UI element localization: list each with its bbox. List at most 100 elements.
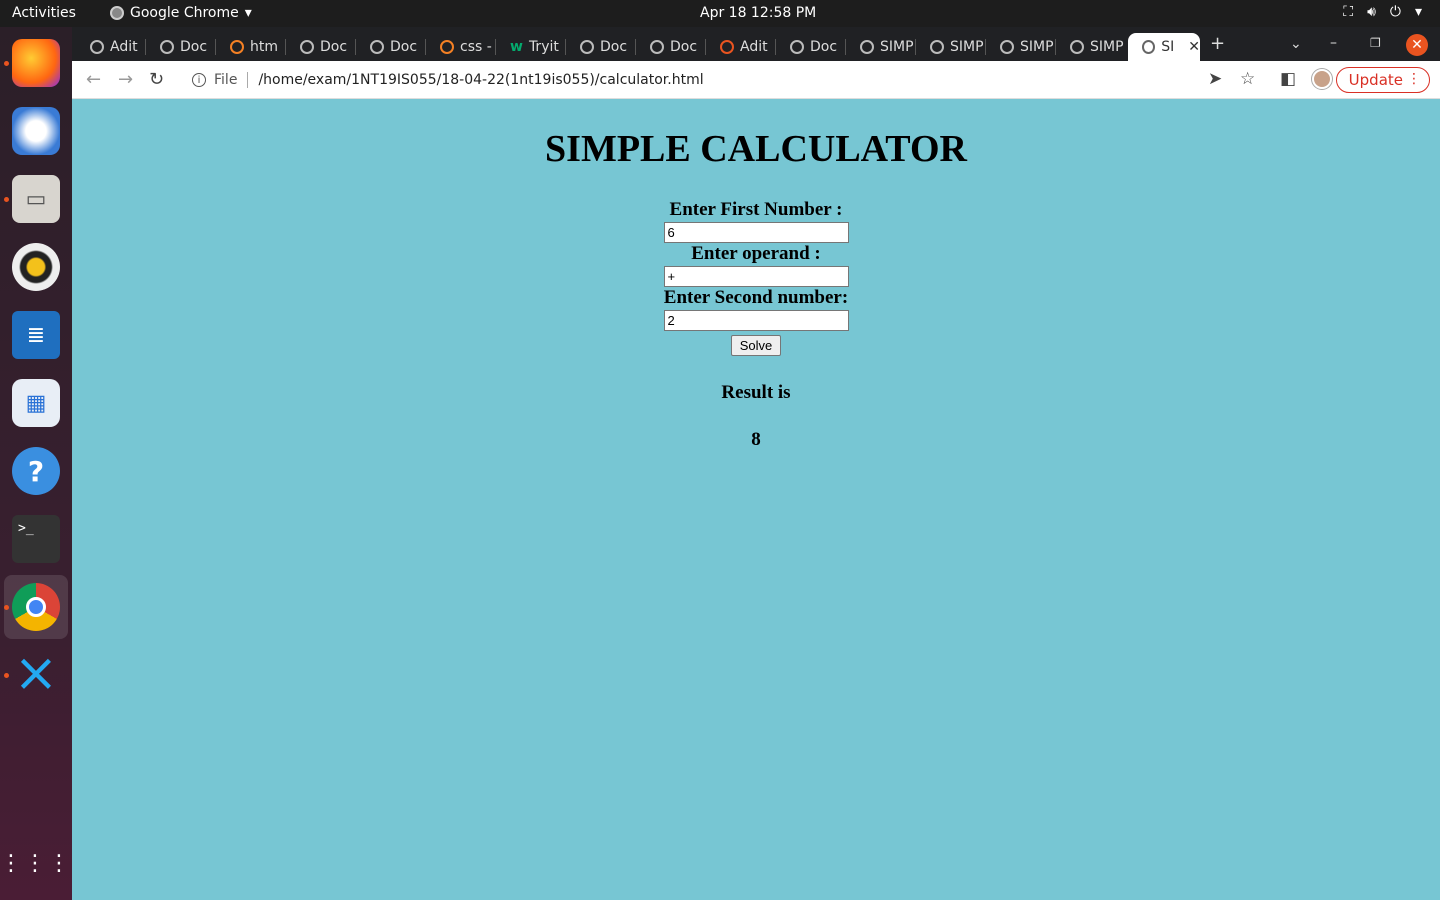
second-number-label: Enter Second number: bbox=[663, 287, 849, 308]
tab-strip: Adit Doc htm Doc Doc css - w Tryit Doc Do… bbox=[72, 27, 1440, 61]
solve-button[interactable]: Solve bbox=[730, 335, 782, 356]
new-tab-icon[interactable]: + bbox=[1210, 33, 1225, 54]
page-icon bbox=[1000, 40, 1014, 54]
app-menu-label: Google Chrome bbox=[130, 5, 239, 21]
tab-label: Doc bbox=[320, 39, 348, 55]
writer-icon[interactable]: ≣ bbox=[12, 311, 60, 359]
menu-dots-icon: ⋮ bbox=[1407, 71, 1421, 87]
tab[interactable]: Doc bbox=[566, 33, 636, 61]
side-panel-icon[interactable]: ◧ bbox=[1280, 69, 1296, 89]
running-indicator bbox=[4, 605, 9, 610]
info-icon[interactable]: i bbox=[192, 73, 206, 87]
help-icon[interactable]: ? bbox=[12, 447, 60, 495]
page-icon bbox=[1142, 40, 1156, 54]
running-indicator bbox=[4, 673, 9, 678]
tab-search-chevron-icon[interactable]: ⌄ bbox=[1290, 36, 1302, 52]
tab[interactable]: SIMP bbox=[916, 33, 986, 61]
system-tray[interactable]: ⛶ 🔊︎ ⏻ ▾ bbox=[1343, 4, 1422, 20]
app-menu[interactable]: Google Chrome ▾ bbox=[110, 5, 252, 21]
clock[interactable]: Apr 18 12:58 PM bbox=[700, 5, 816, 21]
page-icon bbox=[720, 40, 734, 54]
vscode-icon[interactable]: ⨉ bbox=[12, 651, 60, 699]
system-top-bar: Activities Google Chrome ▾ Apr 18 12:58 … bbox=[0, 0, 1440, 27]
bookmark-star-icon[interactable]: ☆ bbox=[1240, 69, 1255, 89]
tab[interactable]: SIMP bbox=[846, 33, 916, 61]
tab-label: SIMP bbox=[950, 39, 984, 55]
running-indicator bbox=[4, 197, 9, 202]
thunderbird-icon[interactable] bbox=[12, 107, 60, 155]
stackoverflow-icon bbox=[440, 40, 454, 54]
operand-label: Enter operand : bbox=[691, 243, 821, 264]
tab-label: Adit bbox=[110, 39, 138, 55]
tab-label: SI bbox=[1161, 39, 1175, 55]
tab-label: htm bbox=[250, 39, 278, 55]
operand-input[interactable] bbox=[663, 266, 849, 287]
first-number-label: Enter First Number : bbox=[669, 199, 843, 220]
first-number-input[interactable] bbox=[663, 222, 849, 243]
tab[interactable]: SIMP bbox=[1056, 33, 1126, 61]
tab[interactable]: Doc bbox=[636, 33, 706, 61]
power-icon: ⏻ bbox=[1389, 4, 1401, 20]
result-value: 8 bbox=[751, 429, 761, 450]
tab[interactable]: Adit bbox=[706, 33, 776, 61]
update-button[interactable]: Update ⋮ bbox=[1335, 67, 1430, 93]
tab[interactable]: Doc bbox=[776, 33, 846, 61]
tab[interactable]: w Tryit bbox=[496, 33, 566, 61]
reload-icon[interactable]: ↻ bbox=[149, 69, 164, 90]
software-center-icon[interactable]: ▦ bbox=[12, 379, 60, 427]
tab-label: Doc bbox=[810, 39, 838, 55]
tab-label: Adit bbox=[740, 39, 768, 55]
tab-label: SIMP bbox=[1090, 39, 1124, 55]
page-icon bbox=[790, 40, 804, 54]
tab[interactable]: css - bbox=[426, 33, 496, 61]
tab[interactable]: SIMP bbox=[986, 33, 1056, 61]
tab-label: SIMP bbox=[1020, 39, 1054, 55]
page-icon bbox=[580, 40, 594, 54]
address-bar[interactable]: i File /home/exam/1NT19IS055/18-04-22(1n… bbox=[180, 64, 1240, 96]
chevron-down-icon: ▾ bbox=[1414, 4, 1422, 20]
site-security-label: File bbox=[214, 72, 238, 88]
chrome-icon bbox=[110, 6, 124, 20]
send-tab-icon[interactable]: ➤ bbox=[1208, 69, 1222, 89]
tab-label: Doc bbox=[670, 39, 698, 55]
minimize-icon[interactable]: – bbox=[1330, 35, 1337, 51]
url-text[interactable]: /home/exam/1NT19IS055/18-04-22(1nt19is05… bbox=[258, 72, 703, 88]
tab-label: Doc bbox=[180, 39, 208, 55]
page-icon bbox=[930, 40, 944, 54]
page-icon bbox=[650, 40, 664, 54]
tab[interactable]: Adit bbox=[76, 33, 146, 61]
browser-toolbar: ← → ↻ i File /home/exam/1NT19IS055/18-04… bbox=[72, 61, 1440, 99]
profile-avatar[interactable] bbox=[1312, 69, 1332, 89]
page-icon bbox=[300, 40, 314, 54]
tab[interactable]: Doc bbox=[146, 33, 216, 61]
rhythmbox-icon[interactable] bbox=[12, 243, 60, 291]
show-apps-icon[interactable]: ⋮⋮⋮ bbox=[0, 839, 70, 887]
chrome-icon[interactable] bbox=[12, 583, 60, 631]
stackoverflow-icon bbox=[230, 40, 244, 54]
update-label: Update bbox=[1348, 71, 1403, 89]
page-icon bbox=[370, 40, 384, 54]
tab-active[interactable]: SI ✕ bbox=[1128, 33, 1200, 61]
activities-button[interactable]: Activities bbox=[12, 5, 76, 21]
page-title: SIMPLE CALCULATOR bbox=[545, 128, 967, 170]
omnibox-divider bbox=[247, 72, 249, 88]
restore-icon[interactable]: ❐ bbox=[1370, 36, 1381, 50]
window-close-icon[interactable]: ✕ bbox=[1406, 34, 1428, 56]
close-tab-icon[interactable]: ✕ bbox=[1188, 39, 1200, 55]
tab[interactable]: htm bbox=[216, 33, 286, 61]
forward-icon[interactable]: → bbox=[118, 69, 133, 90]
running-indicator bbox=[4, 61, 9, 66]
page-icon bbox=[1070, 40, 1084, 54]
back-icon[interactable]: ← bbox=[86, 69, 101, 90]
files-icon[interactable]: ▭ bbox=[12, 175, 60, 223]
tab-label: Tryit bbox=[528, 39, 559, 55]
second-number-input[interactable] bbox=[663, 310, 849, 331]
tab[interactable]: Doc bbox=[356, 33, 426, 61]
tab-label: Doc bbox=[600, 39, 628, 55]
tab-label: SIMP bbox=[880, 39, 914, 55]
firefox-icon[interactable] bbox=[12, 39, 60, 87]
volume-icon: 🔊︎ bbox=[1367, 4, 1376, 20]
page-icon bbox=[860, 40, 874, 54]
tab[interactable]: Doc bbox=[286, 33, 356, 61]
terminal-icon[interactable]: >_ bbox=[12, 515, 60, 563]
